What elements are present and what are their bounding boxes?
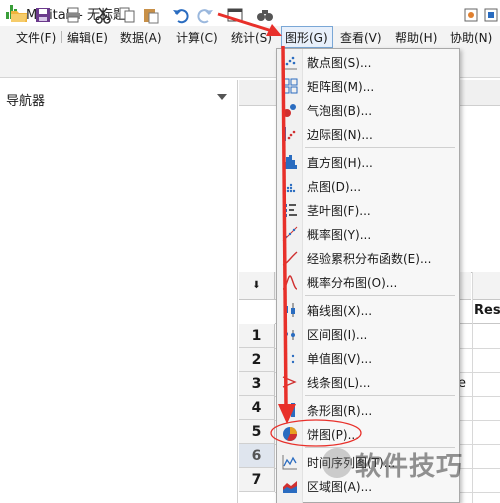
menu-item-label: 单值图(V)...: [307, 352, 373, 366]
find-icon[interactable]: [256, 6, 274, 24]
open-folder-icon[interactable]: [10, 6, 28, 24]
menu-item-label: 散点图(S)...: [307, 56, 372, 70]
save-icon[interactable]: [34, 6, 52, 24]
row-header[interactable]: 2: [239, 348, 275, 372]
column-header[interactable]: [472, 272, 500, 300]
menu-data[interactable]: 数据(A): [120, 29, 162, 46]
histogram-icon: [283, 155, 297, 169]
menu-item-histogram[interactable]: 直方图(H)...: [277, 150, 459, 174]
interval-plot-icon: [284, 328, 295, 340]
menu-item-ecdf[interactable]: 经验累积分布函数(E)...: [277, 246, 459, 270]
copy-icon[interactable]: [118, 6, 136, 24]
toolbar-icon-b[interactable]: [482, 6, 500, 24]
window-icon[interactable]: [226, 6, 244, 24]
dotplot-icon: [283, 183, 296, 193]
menu-item-label: 概率图(Y)...: [307, 228, 372, 242]
chevron-down-icon[interactable]: [217, 94, 227, 100]
menu-graph[interactable]: 图形(G): [285, 29, 328, 46]
row-header[interactable]: 4: [239, 396, 275, 420]
menu-calc[interactable]: 计算(C): [176, 29, 218, 46]
column-name[interactable]: Resp: [474, 303, 500, 318]
area-graph-icon: [283, 481, 297, 493]
menu-item-line-plot[interactable]: 线条图(L)...: [277, 370, 459, 394]
bubble-plot-icon: [283, 104, 296, 117]
time-series-icon: [282, 455, 297, 470]
cut-icon[interactable]: [94, 6, 112, 24]
menu-item-label: 边际图(N)...: [307, 128, 373, 142]
redo-icon[interactable]: [196, 6, 214, 24]
menu-item-label: 区间图(I)...: [307, 328, 368, 342]
menu-item-pie-chart[interactable]: 饼图(P)...: [277, 422, 459, 446]
menu-item-marginal-plot[interactable]: 边际图(N)...: [277, 122, 459, 146]
menu-item-label: 饼图(P)...: [307, 428, 360, 442]
watermark-text: 软件技巧: [355, 452, 464, 482]
data-direction-arrow-icon[interactable]: ⬇: [239, 272, 275, 300]
distribution-plot-icon: [282, 275, 298, 290]
row-header[interactable]: 3: [239, 372, 275, 396]
menu-help[interactable]: 帮助(H): [395, 29, 437, 46]
navigator-title: 导航器: [6, 94, 46, 109]
menu-item-label: 茎叶图(F)...: [307, 204, 371, 218]
bar-chart-icon: [285, 403, 295, 417]
ecdf-icon: [282, 251, 298, 266]
menu-item-label: 经验累积分布函数(E)...: [307, 252, 432, 266]
menu-item-distribution-plot[interactable]: 概率分布图(O)...: [277, 270, 459, 294]
row-header[interactable]: 5: [239, 420, 275, 444]
menu-item-label: 点图(D)...: [307, 180, 362, 194]
menu-item-boxplot[interactable]: 箱线图(X)...: [277, 298, 459, 322]
matrix-plot-icon: [282, 78, 298, 94]
menu-item-label: 箱线图(X)...: [307, 304, 373, 318]
boxplot-icon: [284, 303, 295, 317]
menu-item-bar-chart[interactable]: 条形图(R)...: [277, 398, 459, 422]
row-header[interactable]: 7: [239, 468, 275, 492]
menu-item-label: 气泡图(B)...: [307, 104, 373, 118]
menu-item-scatterplot[interactable]: 散点图(S)...: [277, 50, 459, 74]
menu-item-label: 概率分布图(O)...: [307, 276, 398, 290]
probability-plot-icon: [282, 226, 298, 242]
individual-value-plot-icon: [284, 352, 295, 364]
stem-leaf-icon: [284, 204, 297, 217]
scatterplot-icon: [282, 55, 297, 70]
paste-icon[interactable]: [142, 6, 160, 24]
menu-item-label: 直方图(H)...: [307, 156, 373, 170]
menu-item-label: 线条图(L)...: [307, 376, 371, 390]
menu-assist[interactable]: 协助(N): [450, 29, 492, 46]
menu-item-interval-plot[interactable]: 区间图(I)...: [277, 322, 459, 346]
menu-item-bubble-plot[interactable]: 气泡图(B)...: [277, 98, 459, 122]
navigator-pane: [0, 80, 238, 503]
watermark-logo: [322, 448, 352, 478]
line-plot-icon: [282, 376, 297, 388]
menu-stat[interactable]: 统计(S): [231, 29, 272, 46]
menu-edit[interactable]: 编辑(E): [67, 29, 108, 46]
menu-item-stem-leaf[interactable]: 茎叶图(F)...: [277, 198, 459, 222]
print-icon[interactable]: [64, 6, 82, 24]
menu-item-dotplot[interactable]: 点图(D)...: [277, 174, 459, 198]
menu-item-label: 矩阵图(M)...: [307, 80, 375, 94]
menu-view[interactable]: 查看(V): [340, 29, 382, 46]
menu-item-matrix-plot[interactable]: 矩阵图(M)...: [277, 74, 459, 98]
row-header[interactable]: 1: [239, 324, 275, 348]
menu-item-individual-value-plot[interactable]: 单值图(V)...: [277, 346, 459, 370]
toolbar-icon-a[interactable]: [462, 6, 480, 24]
menu-item-probability-plot[interactable]: 概率图(Y)...: [277, 222, 459, 246]
pie-chart-icon: [283, 427, 297, 441]
marginal-plot-icon: [283, 127, 296, 141]
menu-item-label: 条形图(R)...: [307, 404, 373, 418]
row-header-active[interactable]: 6: [239, 444, 275, 468]
menu-file[interactable]: 文件(F): [16, 29, 56, 46]
undo-icon[interactable]: [172, 6, 190, 24]
